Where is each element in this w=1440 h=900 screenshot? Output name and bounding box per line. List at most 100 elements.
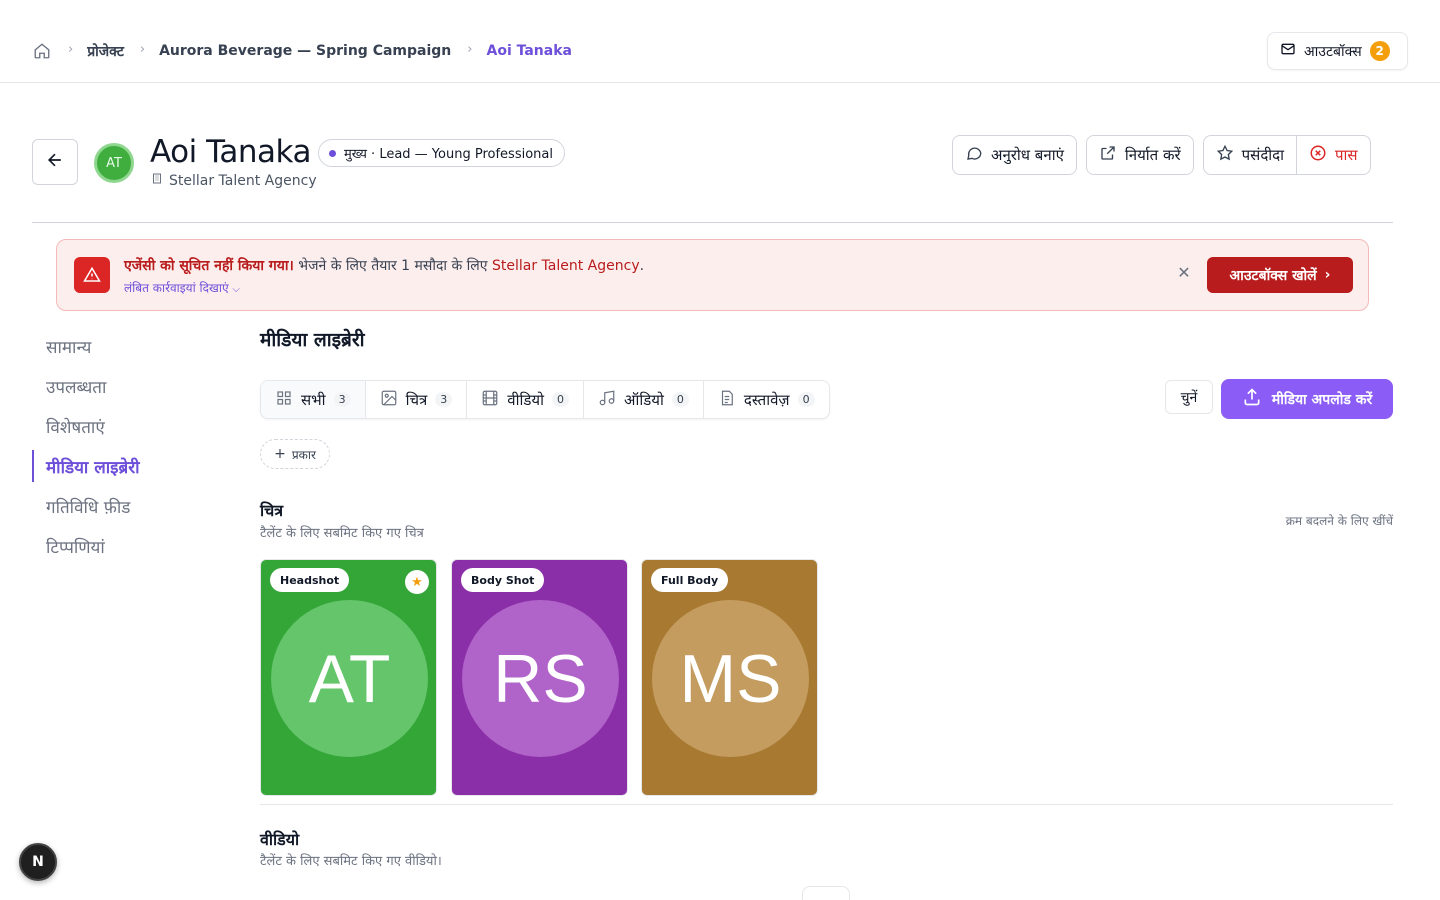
avatar: AT: [94, 143, 134, 183]
alert-title: एजेंसी को सूचित नहीं किया गया।: [124, 258, 294, 274]
alert-period: .: [639, 258, 645, 274]
file-text-icon: [718, 389, 736, 411]
close-icon[interactable]: ✕: [1176, 265, 1192, 281]
videos-section-subtitle: टैलेंट के लिए सबमिट किए गए वीडियो।: [260, 854, 442, 869]
favorite-label: पसंदीदा: [1241, 146, 1285, 164]
section-divider: [260, 804, 1393, 805]
create-request-button[interactable]: अनुरोध बनाएं: [952, 135, 1077, 175]
arrow-left-icon: [45, 150, 65, 174]
alert-text: भेजने के लिए तैयार 1 मसौदा के लिए: [293, 258, 492, 274]
image-icon: [380, 389, 398, 411]
tab-count: 0: [671, 392, 689, 407]
chevron-right-icon: ›: [467, 41, 473, 57]
tab-label: ऑडियो: [624, 390, 664, 409]
top-bar: › प्रोजेक्ट › Aurora Beverage — Spring C…: [0, 0, 1440, 83]
upload-media-button[interactable]: मीडिया अपलोड करें: [1221, 379, 1393, 419]
mail-icon: [1280, 41, 1296, 61]
media-thumbnail: RS: [462, 600, 619, 757]
music-icon: [598, 389, 616, 411]
tab-images[interactable]: चित्र 3: [366, 381, 468, 418]
header-divider: [32, 222, 1393, 223]
choose-button[interactable]: चुनें: [1165, 380, 1213, 414]
alert-message: एजेंसी को सूचित नहीं किया गया। भेजने के …: [124, 256, 644, 275]
section-nav: सामान्य उपलब्धता विशेषताएं मीडिया लाइब्र…: [32, 326, 140, 566]
tab-count: 0: [552, 392, 570, 407]
x-circle-icon: [1309, 144, 1327, 166]
media-card[interactable]: Full Body MS: [641, 559, 818, 796]
nav-item-availability[interactable]: उपलब्धता: [32, 366, 140, 406]
page-title: Aoi Tanaka: [150, 134, 311, 170]
star-icon[interactable]: ★: [405, 570, 429, 594]
nav-item-activity-feed[interactable]: गतिविधि फ़ीड: [32, 486, 140, 526]
chevron-down-icon: ⌵: [232, 284, 240, 295]
open-outbox-button[interactable]: आउटबॉक्स खोलें ›: [1207, 257, 1353, 293]
outbox-label: आउटबॉक्स: [1304, 43, 1362, 60]
film-icon: [481, 389, 499, 411]
outbox-button[interactable]: आउटबॉक्स 2: [1267, 32, 1408, 70]
agency-alert: एजेंसी को सूचित नहीं किया गया। भेजने के …: [56, 239, 1369, 311]
empty-state-box: [802, 886, 850, 900]
back-button[interactable]: [32, 139, 78, 185]
tab-label: वीडियो: [507, 390, 545, 409]
role-label: मुख्य · Lead — Young Professional: [344, 147, 553, 162]
alert-agency: Stellar Talent Agency: [492, 258, 640, 274]
media-card[interactable]: Headshot ★ AT: [260, 559, 437, 796]
pending-label: लंबित कार्रवाइयां दिखाएं: [124, 281, 229, 295]
breadcrumb-projects[interactable]: प्रोजेक्ट: [87, 42, 124, 61]
media-tag: Full Body: [651, 568, 729, 592]
images-section-title: चित्र: [260, 501, 284, 520]
open-outbox-label: आउटबॉक्स खोलें: [1229, 267, 1317, 284]
external-link-icon: [1099, 144, 1117, 166]
media-thumbnail: AT: [271, 600, 428, 757]
breadcrumb-campaign[interactable]: Aurora Beverage — Spring Campaign: [159, 43, 451, 59]
tab-label: दस्तावेज़: [743, 390, 790, 409]
upload-icon: [1242, 387, 1262, 411]
dev-tools-badge[interactable]: N: [19, 843, 57, 881]
pass-button[interactable]: पास: [1297, 135, 1371, 175]
tab-count: 3: [333, 392, 351, 407]
home-icon[interactable]: [32, 41, 52, 61]
chevron-right-icon: ›: [68, 41, 74, 57]
tab-videos[interactable]: वीडियो 0: [467, 381, 585, 418]
status-dot-icon: [329, 149, 336, 157]
nav-item-general[interactable]: सामान्य: [32, 326, 140, 366]
create-request-label: अनुरोध बनाएं: [991, 146, 1064, 164]
breadcrumb-current: Aoi Tanaka: [486, 43, 572, 59]
message-icon: [965, 144, 983, 166]
building-icon: [151, 172, 163, 189]
nav-item-comments[interactable]: टिप्पणियां: [32, 526, 140, 566]
tab-audio[interactable]: ऑडियो 0: [584, 381, 704, 418]
favorite-button[interactable]: पसंदीदा: [1202, 135, 1298, 175]
media-tag: Body Shot: [461, 568, 545, 592]
tab-label: चित्र: [405, 390, 428, 409]
grid-icon: [275, 389, 293, 411]
warning-icon: [74, 257, 110, 293]
agency-name: Stellar Talent Agency: [169, 172, 317, 189]
images-section-subtitle: टैलेंट के लिए सबमिट किए गए चित्र: [260, 526, 424, 541]
chevron-right-icon: ›: [1324, 267, 1331, 283]
upload-label: मीडिया अपलोड करें: [1271, 391, 1373, 408]
agency-label: Stellar Talent Agency: [151, 172, 317, 189]
type-filter-chip[interactable]: + प्रकार: [260, 439, 330, 469]
media-type-tabs: सभी 3 चित्र 3 वीडियो 0 ऑडियो 0 दस्तावेज़…: [260, 380, 830, 419]
breadcrumb: › प्रोजेक्ट › Aurora Beverage — Spring C…: [32, 38, 572, 64]
tab-documents[interactable]: दस्तावेज़ 0: [704, 381, 829, 418]
show-pending-actions-link[interactable]: लंबित कार्रवाइयां दिखाएं ⌵: [124, 279, 240, 296]
reorder-hint: क्रम बदलने के लिए खींचें: [1285, 514, 1393, 528]
tab-count: 0: [797, 392, 815, 407]
pass-label: पास: [1335, 146, 1358, 164]
tab-label: सभी: [301, 390, 326, 409]
header-actions: अनुरोध बनाएं निर्यात करें पसंदीदा पास: [952, 135, 1371, 175]
media-library-title: मीडिया लाइब्रेरी: [260, 329, 365, 351]
nav-item-attributes[interactable]: विशेषताएं: [32, 406, 140, 446]
nav-item-media-library[interactable]: मीडिया लाइब्रेरी: [32, 446, 140, 486]
export-label: निर्यात करें: [1124, 146, 1181, 164]
outbox-count-badge: 2: [1369, 41, 1390, 61]
export-button[interactable]: निर्यात करें: [1085, 135, 1194, 175]
chevron-right-icon: ›: [139, 41, 146, 57]
tab-all[interactable]: सभी 3: [261, 381, 366, 418]
role-badge: मुख्य · Lead — Young Professional: [318, 139, 565, 167]
plus-icon: +: [274, 446, 286, 462]
videos-section-title: वीडियो: [260, 830, 300, 849]
media-card[interactable]: Body Shot RS: [451, 559, 628, 796]
